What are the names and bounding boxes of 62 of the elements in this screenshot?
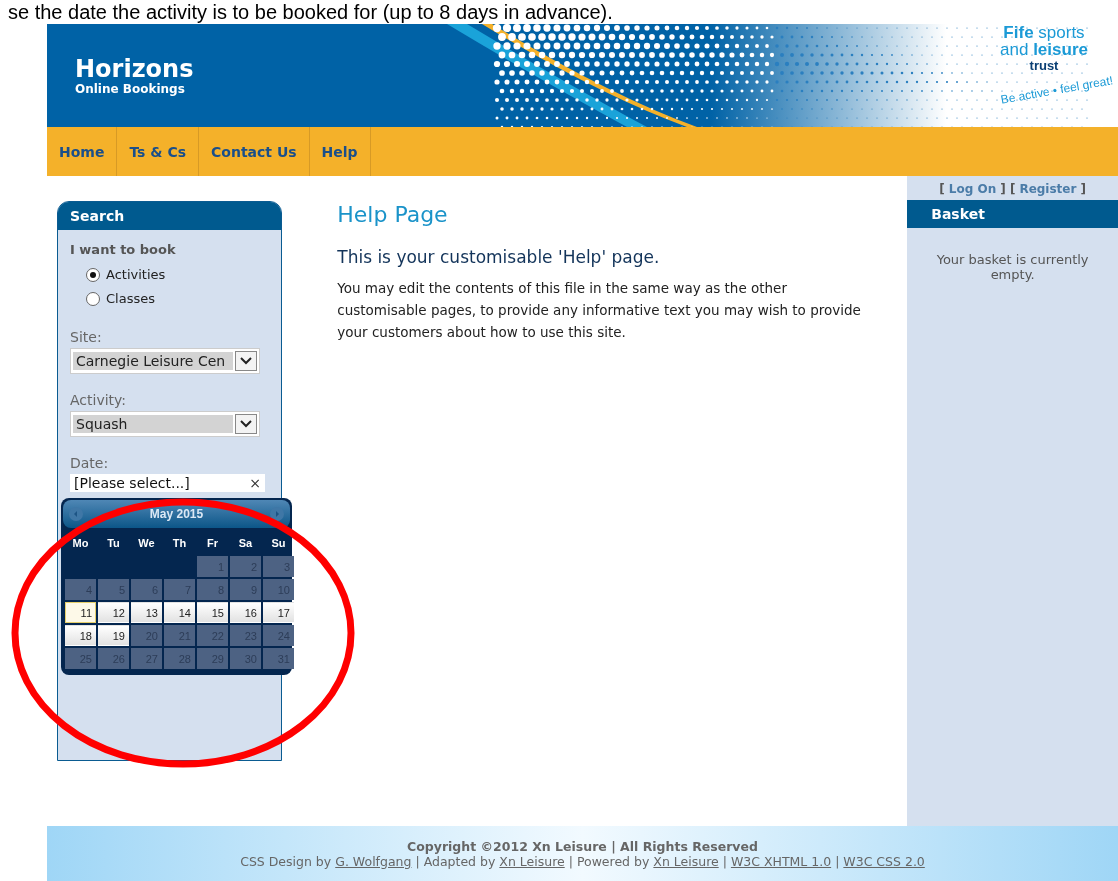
page-title: Help Page [337, 202, 449, 227]
calendar-day[interactable]: 16 [230, 602, 261, 623]
footer-link[interactable]: W3C XHTML 1.0 [730, 853, 832, 869]
footer-link[interactable]: G. Wolfgang [335, 853, 412, 869]
date-field[interactable]: [Please select...] × [70, 474, 265, 492]
weekday-label: Mo [71, 536, 90, 551]
footer-link[interactable]: Xn Leisure [653, 853, 719, 869]
calendar-day[interactable]: 18 [65, 625, 96, 646]
weekday-label: Tu [106, 536, 121, 551]
field-label: Activity: [70, 392, 128, 408]
bracket-text: ] [ [1000, 182, 1016, 196]
weekday-label: Th [171, 536, 188, 551]
field-label: Date: [70, 455, 110, 471]
site-title: Horizons [75, 55, 194, 82]
logo-text: Fife sports [1002, 24, 1086, 41]
nav-link[interactable]: Ts & Cs [117, 127, 199, 176]
basket-message: Your basket is currently empty. [935, 251, 1090, 284]
calendar-month: May 2015 [149, 507, 204, 521]
clear-button[interactable]: × [249, 475, 261, 491]
radio-button[interactable] [86, 268, 100, 282]
copyright-text: Copyright ©2012 Xn Leisure | All Rights Reserved [407, 838, 758, 854]
logo-tagline: Be active • feel great! [1000, 73, 1115, 107]
calendar-day[interactable]: 14 [164, 602, 195, 623]
chevron-down-icon [235, 414, 257, 434]
nav-link[interactable]: Contact Us [199, 127, 310, 176]
radio-button[interactable] [86, 292, 100, 306]
nav-link[interactable]: Help [309, 127, 371, 176]
weekday-label: Fr [206, 536, 219, 551]
bracket-text: [ [939, 182, 945, 196]
site-subtitle: Online Bookings [75, 81, 186, 96]
footer-text: | [722, 853, 727, 869]
weekday-label: We [137, 536, 156, 551]
weekday-label: Sa [237, 536, 254, 551]
panel-title: Search [58, 202, 281, 230]
activity-select[interactable]: Squash [70, 411, 260, 437]
calendar-day[interactable]: 15 [197, 602, 228, 623]
basket-title: Basket [907, 200, 1118, 228]
book-label: I want to book [70, 242, 177, 257]
nav-link[interactable]: Home [47, 127, 118, 176]
radio-label: Classes [106, 290, 155, 308]
radio-label: Activities [106, 266, 166, 284]
site-select[interactable]: Carnegie Leisure Cen [70, 348, 260, 374]
footer-text: | Adapted by [415, 853, 496, 869]
weekday-label: Su [270, 536, 287, 551]
footer-text: | Powered by [568, 853, 650, 869]
calendar-day[interactable]: 11 [65, 602, 96, 623]
logo-text: trust [1028, 58, 1060, 73]
calendar-day[interactable]: 19 [98, 625, 129, 646]
footer-text: CSS Design by [240, 853, 332, 869]
bracket-text: ] [1080, 182, 1086, 196]
footer-text: | [835, 853, 840, 869]
calendar-day[interactable]: 17 [263, 602, 294, 623]
calendar-day[interactable]: 13 [131, 602, 162, 623]
footer-link[interactable]: Xn Leisure [499, 853, 565, 869]
calendar-day[interactable]: 12 [98, 602, 129, 623]
instruction-text: se the date the activity is to be booked for (up to 8 days in advance). [7, 0, 614, 24]
field-label: Site: [70, 329, 103, 345]
body-paragraph: You may edit the contents of this file in the same way as the other customisable pages, to provide any informative text you may wish to provide your customers about how to use this site. [337, 279, 862, 342]
logo-text: and leisure [999, 41, 1089, 58]
footer-link[interactable]: W3C CSS 2.0 [843, 853, 925, 869]
chevron-down-icon [235, 351, 257, 371]
page-heading: This is your customisable 'Help' page. [337, 247, 661, 267]
